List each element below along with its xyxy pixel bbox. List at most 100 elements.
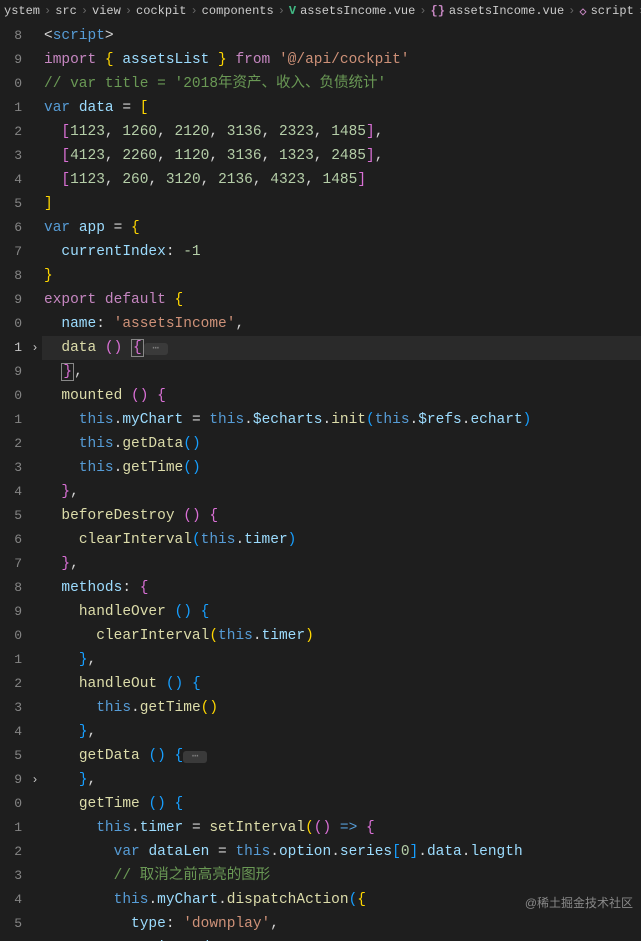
fold-toggle[interactable]	[28, 120, 42, 144]
line-number[interactable]: 6	[0, 216, 28, 240]
fold-toggle[interactable]	[28, 864, 42, 888]
code-line[interactable]: beforeDestroy () {	[42, 504, 641, 528]
code-line[interactable]: },	[42, 648, 641, 672]
code-line[interactable]: clearInterval(this.timer)	[42, 624, 641, 648]
line-number[interactable]: 4	[0, 888, 28, 912]
line-number[interactable]: 1	[0, 96, 28, 120]
fold-toggle[interactable]: ›	[28, 336, 42, 360]
fold-toggle[interactable]	[28, 432, 42, 456]
fold-toggle[interactable]	[28, 480, 42, 504]
code-line[interactable]: },	[42, 360, 641, 384]
fold-toggle[interactable]	[28, 600, 42, 624]
fold-toggle[interactable]	[28, 96, 42, 120]
code-line[interactable]: var app = {	[42, 216, 641, 240]
line-number[interactable]: 8	[0, 24, 28, 48]
code-line[interactable]: getData () { ⋯	[42, 744, 641, 768]
fold-toggle[interactable]	[28, 888, 42, 912]
line-number[interactable]: 6	[0, 528, 28, 552]
fold-toggle[interactable]	[28, 912, 42, 936]
fold-toggle[interactable]	[28, 312, 42, 336]
line-number[interactable]: 7	[0, 240, 28, 264]
line-number[interactable]: 7	[0, 552, 28, 576]
code-line[interactable]: },	[42, 552, 641, 576]
fold-toggle[interactable]	[28, 816, 42, 840]
fold-toggle[interactable]	[28, 168, 42, 192]
code-line[interactable]: var dataLen = this.option.series[0].data…	[42, 840, 641, 864]
code-line[interactable]: [4123, 2260, 1120, 3136, 1323, 2485],	[42, 144, 641, 168]
fold-toggle[interactable]	[28, 504, 42, 528]
line-number[interactable]: 1	[0, 816, 28, 840]
code-editor[interactable]: 89012345678901901234567890123459012345 ›…	[0, 22, 641, 941]
fold-toggle[interactable]	[28, 408, 42, 432]
code-line[interactable]: this.getTime()	[42, 696, 641, 720]
code-line[interactable]: <script>	[42, 24, 641, 48]
line-number[interactable]: 4	[0, 168, 28, 192]
line-number[interactable]: 5	[0, 744, 28, 768]
code-line[interactable]: [1123, 1260, 2120, 3136, 2323, 1485],	[42, 120, 641, 144]
crumb-symbol[interactable]: script	[591, 4, 634, 18]
line-number-gutter[interactable]: 89012345678901901234567890123459012345	[0, 22, 28, 941]
fold-toggle[interactable]: ›	[28, 768, 42, 792]
fold-toggle[interactable]	[28, 672, 42, 696]
line-number[interactable]: 1	[0, 336, 28, 360]
fold-toggle[interactable]	[28, 648, 42, 672]
line-number[interactable]: 3	[0, 696, 28, 720]
line-number[interactable]: 8	[0, 264, 28, 288]
line-number[interactable]: 0	[0, 72, 28, 96]
code-line[interactable]: [1123, 260, 3120, 2136, 4323, 1485]	[42, 168, 641, 192]
crumb[interactable]: ystem	[4, 4, 40, 18]
code-line[interactable]: // 取消之前高亮的图形	[42, 864, 641, 888]
code-line[interactable]: },	[42, 720, 641, 744]
line-number[interactable]: 0	[0, 792, 28, 816]
line-number[interactable]: 3	[0, 144, 28, 168]
breadcrumb[interactable]: ystem › src › view › cockpit › component…	[0, 0, 641, 22]
code-line[interactable]: seriesIndex: 0,	[42, 936, 641, 941]
line-number[interactable]: 4	[0, 720, 28, 744]
fold-toggle[interactable]	[28, 720, 42, 744]
line-number[interactable]: 2	[0, 672, 28, 696]
code-line[interactable]: this.getTime()	[42, 456, 641, 480]
fold-toggle[interactable]	[28, 528, 42, 552]
line-number[interactable]: 0	[0, 312, 28, 336]
line-number[interactable]: 8	[0, 576, 28, 600]
line-number[interactable]: 2	[0, 840, 28, 864]
crumb-file[interactable]: assetsIncome.vue	[300, 4, 415, 18]
crumb[interactable]: view	[92, 4, 121, 18]
code-line[interactable]: data () { ⋯	[42, 336, 641, 360]
line-number[interactable]: 4	[0, 480, 28, 504]
code-line[interactable]: getTime () {	[42, 792, 641, 816]
line-number[interactable]: 9	[0, 288, 28, 312]
fold-toggle[interactable]	[28, 72, 42, 96]
line-number[interactable]: 9	[0, 360, 28, 384]
code-line[interactable]: handleOver () {	[42, 600, 641, 624]
fold-gutter[interactable]: ››	[28, 22, 42, 941]
fold-toggle[interactable]	[28, 144, 42, 168]
code-line[interactable]: mounted () {	[42, 384, 641, 408]
line-number[interactable]: 9	[0, 600, 28, 624]
fold-toggle[interactable]	[28, 192, 42, 216]
code-line[interactable]: type: 'downplay',	[42, 912, 641, 936]
crumb-symbol[interactable]: assetsIncome.vue	[449, 4, 564, 18]
code-line[interactable]: this.timer = setInterval(() => {	[42, 816, 641, 840]
line-number[interactable]: 2	[0, 432, 28, 456]
line-number[interactable]: 0	[0, 384, 28, 408]
crumb[interactable]: src	[55, 4, 77, 18]
code-line[interactable]: },	[42, 480, 641, 504]
line-number[interactable]: 9	[0, 768, 28, 792]
line-number[interactable]: 5	[0, 912, 28, 936]
code-content[interactable]: <script>import { assetsList } from '@/ap…	[42, 22, 641, 941]
fold-toggle[interactable]	[28, 624, 42, 648]
fold-toggle[interactable]	[28, 576, 42, 600]
fold-toggle[interactable]	[28, 264, 42, 288]
code-line[interactable]: import { assetsList } from '@/api/cockpi…	[42, 48, 641, 72]
fold-toggle[interactable]	[28, 840, 42, 864]
fold-toggle[interactable]	[28, 744, 42, 768]
fold-toggle[interactable]	[28, 48, 42, 72]
line-number[interactable]: 1	[0, 408, 28, 432]
fold-toggle[interactable]	[28, 360, 42, 384]
fold-toggle[interactable]	[28, 456, 42, 480]
fold-toggle[interactable]	[28, 792, 42, 816]
fold-toggle[interactable]	[28, 696, 42, 720]
fold-toggle[interactable]	[28, 24, 42, 48]
line-number[interactable]: 1	[0, 648, 28, 672]
